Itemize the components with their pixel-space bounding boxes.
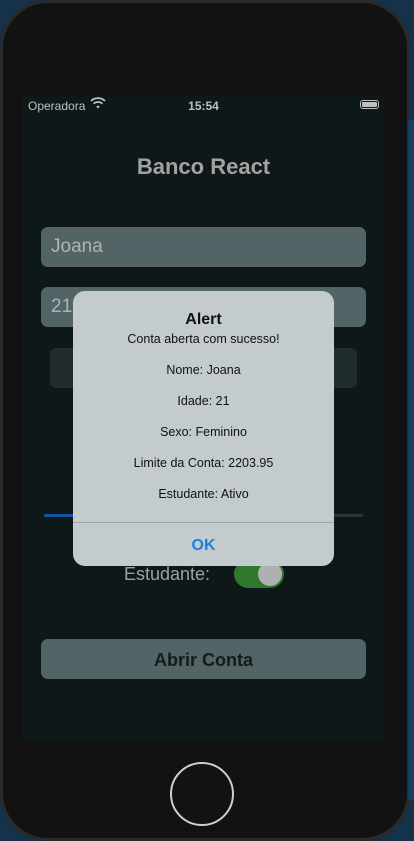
alert-line: Limite da Conta: 2203.95 bbox=[133, 456, 274, 470]
home-button[interactable] bbox=[170, 762, 234, 826]
alert-dialog: Alert Conta aberta com sucesso! Nome: Jo… bbox=[73, 291, 334, 566]
alert-line: Estudante: Ativo bbox=[158, 487, 249, 501]
app-screen: Operadora 15:54 Banco React Joana 21 Est… bbox=[22, 96, 385, 741]
alert-line: Conta aberta com sucesso! bbox=[127, 332, 280, 346]
background-edge bbox=[408, 120, 414, 800]
phone-frame: Operadora 15:54 Banco React Joana 21 Est… bbox=[0, 0, 410, 841]
alert-ok-button[interactable]: OK bbox=[73, 523, 334, 566]
alert-line: Sexo: Feminino bbox=[160, 425, 247, 439]
alert-message: Conta aberta com sucesso! Nome: Joana Id… bbox=[73, 324, 334, 510]
alert-line: Nome: Joana bbox=[166, 363, 241, 377]
alert-line: Idade: 21 bbox=[177, 394, 230, 408]
